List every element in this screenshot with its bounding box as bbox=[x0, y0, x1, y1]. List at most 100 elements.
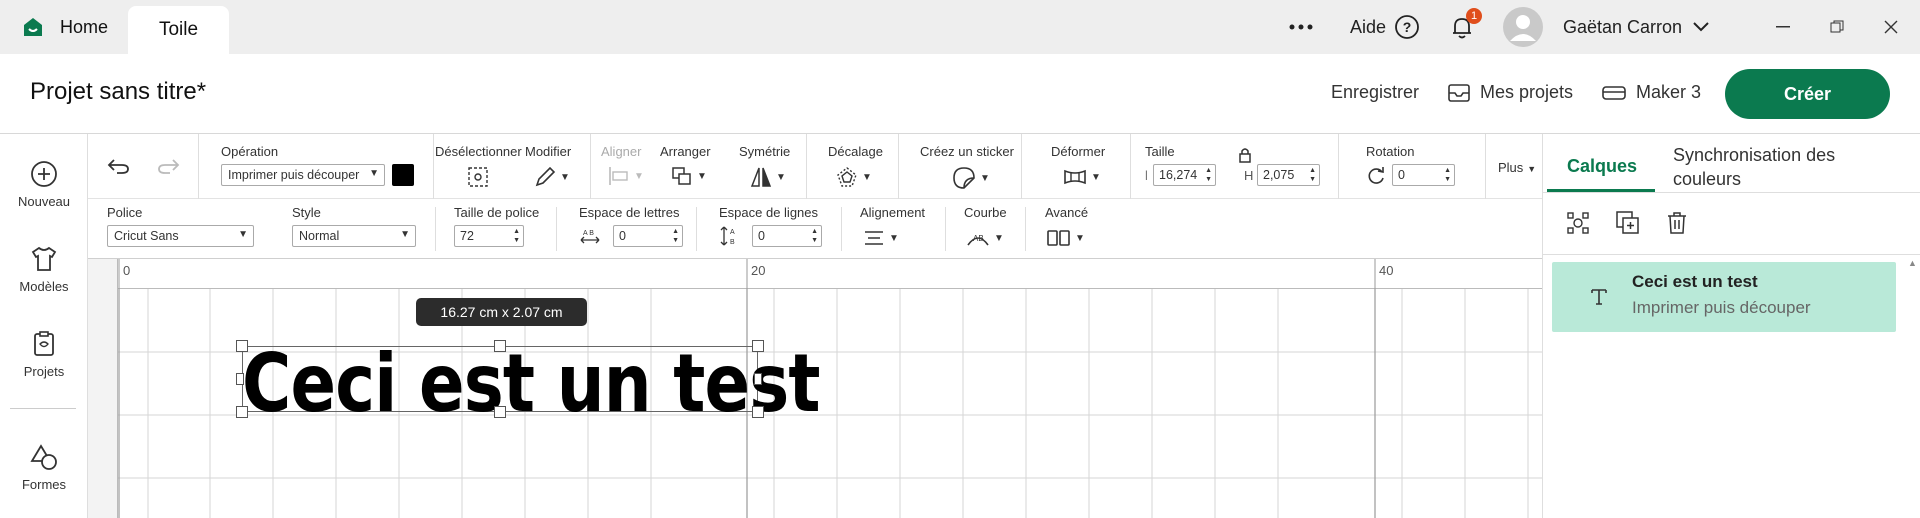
line-space-label: Espace de lignes bbox=[719, 205, 819, 220]
scrollbar[interactable]: ▲ bbox=[1905, 254, 1919, 518]
width-input[interactable]: 16,274 ▲ ▼ bbox=[1153, 164, 1216, 186]
sidebar-item-shapes[interactable]: Formes bbox=[0, 443, 88, 492]
tab-color-sync[interactable]: Synchronisation des couleurs bbox=[1673, 143, 1903, 191]
minimize-button[interactable] bbox=[1776, 0, 1790, 54]
arrange-icon bbox=[671, 166, 693, 186]
font-select[interactable]: Cricut Sans ▼ bbox=[107, 225, 254, 247]
operation-color-swatch[interactable] bbox=[392, 164, 414, 186]
restore-button[interactable] bbox=[1830, 0, 1844, 54]
svg-text:?: ? bbox=[1403, 19, 1412, 35]
more-options-button[interactable] bbox=[1288, 0, 1314, 54]
ruler-label: 20 bbox=[751, 263, 766, 278]
home-tab[interactable]: Home bbox=[0, 0, 126, 54]
lock-ratio-button[interactable] bbox=[1238, 147, 1252, 163]
symmetry-label: Symétrie bbox=[739, 144, 791, 159]
dimension-tooltip: 16.27 cm x 2.07 cm bbox=[416, 298, 587, 326]
resize-handle[interactable] bbox=[752, 340, 764, 352]
user-name: Gaëtan Carron bbox=[1563, 16, 1683, 37]
layer-item[interactable]: Ceci est un test Imprimer puis découper bbox=[1552, 262, 1896, 332]
machine-label: Maker 3 bbox=[1636, 82, 1702, 102]
height-input[interactable]: 2,075 ▲ ▼ bbox=[1257, 164, 1320, 186]
trash-icon bbox=[1665, 210, 1689, 236]
alignment-button[interactable]: ▼ bbox=[863, 229, 899, 247]
notifications-button[interactable]: 1 bbox=[1448, 0, 1482, 54]
my-projects-button[interactable]: Mes projets bbox=[1448, 82, 1573, 103]
deselect-button[interactable] bbox=[467, 166, 489, 188]
sticker-label: Créez un sticker bbox=[920, 144, 1014, 159]
tab-layers[interactable]: Calques bbox=[1567, 154, 1637, 178]
letter-space-input[interactable]: 0 ▲ ▼ bbox=[613, 225, 683, 247]
panel-toolbar-divider bbox=[1543, 254, 1920, 255]
sidebar-item-templates[interactable]: Modèles bbox=[0, 245, 88, 294]
size-label: Taille bbox=[1145, 144, 1175, 159]
offset-button[interactable]: ▼ bbox=[836, 166, 872, 188]
group-button[interactable] bbox=[1565, 210, 1591, 236]
style-label: Style bbox=[292, 205, 321, 220]
more-tools-button[interactable]: Plus ▼ bbox=[1498, 160, 1536, 175]
save-button[interactable]: Enregistrer bbox=[1331, 82, 1419, 103]
layer-title: Ceci est un test bbox=[1632, 272, 1758, 291]
my-projects-label: Mes projets bbox=[1480, 82, 1574, 102]
resize-handle[interactable] bbox=[494, 340, 506, 352]
height-prefix: H bbox=[1244, 168, 1254, 183]
layer-subtitle: Imprimer puis découper bbox=[1632, 298, 1811, 317]
tab-canvas[interactable]: Toile bbox=[128, 6, 229, 54]
lock-icon bbox=[1238, 147, 1252, 163]
align-button[interactable]: ▼ bbox=[608, 166, 644, 186]
redo-button[interactable] bbox=[156, 156, 180, 176]
arrange-button[interactable]: ▼ bbox=[671, 166, 707, 186]
symmetry-button[interactable]: ▼ bbox=[750, 166, 786, 188]
resize-handle[interactable] bbox=[236, 406, 248, 418]
style-select[interactable]: Normal ▼ bbox=[292, 225, 416, 247]
operation-select[interactable]: Imprimer puis découper ▼ bbox=[221, 164, 385, 186]
offset-icon bbox=[836, 166, 858, 188]
font-size-label: Taille de police bbox=[454, 205, 540, 220]
svg-text:AB: AB bbox=[973, 234, 984, 243]
design-canvas[interactable]: 0 20 40 16.27 cm x 2.07 cm Ceci est un t… bbox=[88, 259, 1542, 518]
rotation-input[interactable]: 0 ▲ ▼ bbox=[1392, 164, 1455, 186]
letter-space-label: Espace de lettres bbox=[579, 205, 680, 220]
rotate-icon-button bbox=[1366, 166, 1386, 186]
warp-button[interactable]: ▼ bbox=[1063, 168, 1101, 186]
operation-label: Opération bbox=[221, 144, 279, 159]
resize-handle[interactable] bbox=[236, 340, 248, 352]
line-space-input[interactable]: 0 ▲ ▼ bbox=[752, 225, 822, 247]
warp-label: Déformer bbox=[1051, 144, 1106, 159]
machine-button[interactable]: Maker 3 bbox=[1602, 82, 1701, 103]
height-value: 2,075 bbox=[1263, 168, 1295, 182]
home-tab-label: Home bbox=[60, 16, 109, 37]
delete-button[interactable] bbox=[1665, 210, 1689, 236]
resize-handle[interactable] bbox=[752, 406, 764, 418]
close-button[interactable] bbox=[1884, 0, 1898, 54]
user-menu[interactable]: Gaëtan Carron bbox=[1503, 0, 1710, 54]
resize-handle[interactable] bbox=[494, 406, 506, 418]
duplicate-icon bbox=[1615, 210, 1641, 236]
sticker-button[interactable]: ▼ bbox=[952, 166, 990, 190]
duplicate-button[interactable] bbox=[1615, 210, 1641, 236]
advanced-icon bbox=[1047, 229, 1071, 247]
sidebar-item-new[interactable]: Nouveau bbox=[0, 160, 88, 209]
help-icon: ? bbox=[1394, 14, 1420, 40]
sidebar-item-projects[interactable]: Projets bbox=[0, 330, 88, 379]
help-button[interactable]: Aide ? bbox=[1350, 0, 1420, 54]
letter-spacing-icon: A B bbox=[579, 227, 601, 245]
letter-space-icon-wrap: A B bbox=[579, 227, 601, 245]
curve-button[interactable]: AB ▼ bbox=[966, 229, 1004, 247]
ruler-horizontal bbox=[88, 259, 1542, 289]
chevron-down-icon bbox=[1692, 21, 1710, 33]
resize-handle[interactable] bbox=[236, 373, 244, 385]
width-value: 16,274 bbox=[1159, 168, 1198, 182]
align-icon bbox=[608, 166, 630, 186]
advanced-button[interactable]: ▼ bbox=[1047, 229, 1085, 247]
deselect-icon bbox=[467, 166, 489, 188]
font-size-input[interactable]: 72 ▲ ▼ bbox=[454, 225, 524, 247]
create-button[interactable]: Créer bbox=[1725, 69, 1890, 119]
layers-panel: Calques Synchronisation des couleurs Cec… bbox=[1542, 134, 1920, 518]
modify-button[interactable]: ▼ bbox=[534, 166, 570, 188]
notification-badge: 1 bbox=[1466, 8, 1482, 24]
text-toolbar: Police Cricut Sans ▼ Style Normal ▼ Taille… bbox=[88, 199, 1542, 259]
resize-handle[interactable] bbox=[754, 373, 762, 385]
help-label: Aide bbox=[1350, 16, 1387, 37]
sidebar-item-label: Formes bbox=[21, 477, 67, 492]
undo-button[interactable] bbox=[107, 156, 131, 176]
